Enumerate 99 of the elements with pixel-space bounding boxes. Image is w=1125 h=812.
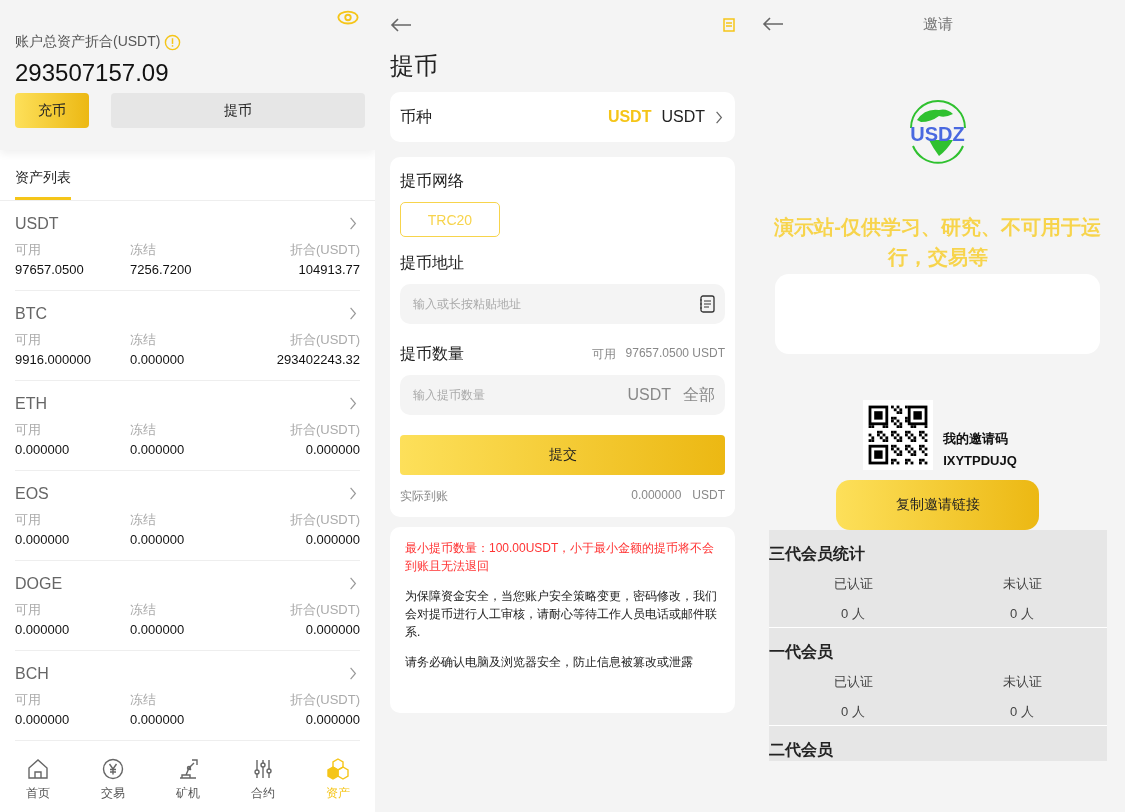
column-label: 冻结 [130,330,157,349]
column-value: 97657.0500 [15,261,85,277]
notice-text: 演示站-仅供学习、研究、不可用于运行，交易等 [773,215,1102,270]
column-label: 可用 [15,600,42,619]
column-label: 冻结 [130,420,157,439]
column-label: 折合(USDT) [288,600,360,619]
stat-value: 0 人 [841,605,865,623]
column-label: 可用 [15,420,42,439]
coin-selector[interactable]: 币种 USDT USDT [390,92,735,142]
column-value: 0.000000 [15,621,71,637]
nav-label[interactable]: 交易 [100,784,125,802]
back-arrow-icon[interactable] [390,18,412,32]
column-label: 可用 [15,690,42,709]
column-value: 0.000000 [304,711,360,727]
coin-name[interactable]: USDT [15,214,59,233]
column-value: 0.000000 [130,531,186,547]
coin-name[interactable]: BTC [15,304,47,323]
stat-value: 0 人 [1010,703,1034,721]
nav-label[interactable]: 矿机 [175,784,200,802]
column-value: 0.000000 [130,621,186,637]
field-label: 提币网络 [400,171,465,191]
section-title: 三代会员统计 [768,544,866,564]
column-value: 0.000000 [15,441,71,457]
asset-list-tab[interactable]: 资产列表 [15,169,71,200]
qr-code [863,400,934,470]
yen-coin-icon[interactable] [100,756,125,781]
column-label: 折合(USDT) [288,240,360,259]
eye-icon[interactable] [337,10,359,25]
withdraw-button[interactable]: 提币 [111,93,365,128]
chevron-icon[interactable] [349,307,357,320]
column-value: 0.000000 [304,621,360,637]
coin-name[interactable]: ETH [15,394,47,413]
section-title: 二代会员 [768,740,834,760]
coin-name[interactable]: DOGE [15,574,63,593]
submit-button[interactable]: 提交 [400,435,725,475]
note-text: 请务必确认电脑及浏览器安全，防止信息被篡改或泄露 [405,654,694,671]
note-text: 为保障资金安全，当您账户安全策略变更，密码修改，我们会对提币进行人工审核，请耐心等待工作人员电话或邮件联系. [405,588,718,641]
stat-value: 0 人 [841,703,865,721]
column-value: 0.000000 [130,351,186,367]
notepad-icon[interactable] [699,295,715,313]
column-value: 0.000000 [15,711,71,727]
received-unit: USDT [692,488,725,504]
column-label: 可用 [15,240,42,259]
column-value: 9916.000000 [15,351,92,367]
coin-name[interactable]: EOS [15,484,49,503]
column-label: 冻结 [130,600,157,619]
stat-label: 未认证 [1002,575,1042,593]
stat-value: 0 人 [1010,605,1034,623]
available-label: 可用 [591,346,616,363]
column-label: 折合(USDT) [288,420,360,439]
copy-link-button[interactable]: 复制邀请链接 [836,480,1039,530]
column-value: 104913.77 [297,261,360,277]
field-label: 提币地址 [400,253,465,273]
nav-label[interactable]: 首页 [25,784,50,802]
column-value: 7256.7200 [130,261,193,277]
column-label: 冻结 [130,510,157,529]
column-label: 冻结 [130,240,157,259]
deposit-button[interactable]: 充币 [15,93,90,128]
back-arrow-icon[interactable] [762,17,784,31]
column-label: 可用 [15,510,42,529]
total-label: 账户总资产折合(USDT) [15,33,161,51]
column-value: 0.000000 [130,441,186,457]
page-title: 提币 [390,51,439,81]
logo-text: USDZ [910,123,965,146]
column-label: 冻结 [130,690,157,709]
coin-name[interactable]: BCH [15,664,49,683]
document-icon[interactable] [723,18,735,32]
column-value: 293402243.32 [275,351,360,367]
address-input[interactable]: 输入或长按粘贴地址 [400,284,725,324]
chevron-icon[interactable] [349,667,357,680]
invite-code: IXYTPDUJQ [943,453,1017,468]
available-amount: 97657.0500 USDT [625,346,725,362]
field-label: 提币数量 [400,344,464,364]
column-label: 折合(USDT) [288,330,360,349]
info-icon[interactable] [164,33,182,51]
invite-code-label: 我的邀请码 [943,430,1010,448]
chevron-icon[interactable] [349,577,357,590]
chevron-icon [715,110,723,124]
stat-label: 未认证 [1002,673,1042,691]
column-value: 0.000000 [130,711,186,727]
column-label: 折合(USDT) [288,690,360,709]
total-balance: 293507157.09 [15,59,170,87]
column-label: 可用 [15,330,42,349]
column-label: 折合(USDT) [288,510,360,529]
warning-text: 最小提币数量：100.00USDT，小于最小金额的提币将不会到账且无法退回 [405,540,716,575]
chevron-icon[interactable] [349,217,357,230]
column-value: 0.000000 [304,441,360,457]
column-value: 0.000000 [15,531,71,547]
stat-label: 已认证 [833,575,873,593]
chevron-icon[interactable] [349,397,357,410]
column-value: 0.000000 [304,531,360,547]
received-amount: 0.000000 [631,488,682,504]
chevron-icon[interactable] [349,487,357,500]
section-title: 一代会员 [768,642,834,662]
received-label: 实际到账 [400,488,448,505]
page-title: 邀请 [922,14,953,34]
nav-label[interactable]: 合约 [250,784,275,802]
stat-label: 已认证 [833,673,873,691]
unit-label: USDT [627,386,671,404]
